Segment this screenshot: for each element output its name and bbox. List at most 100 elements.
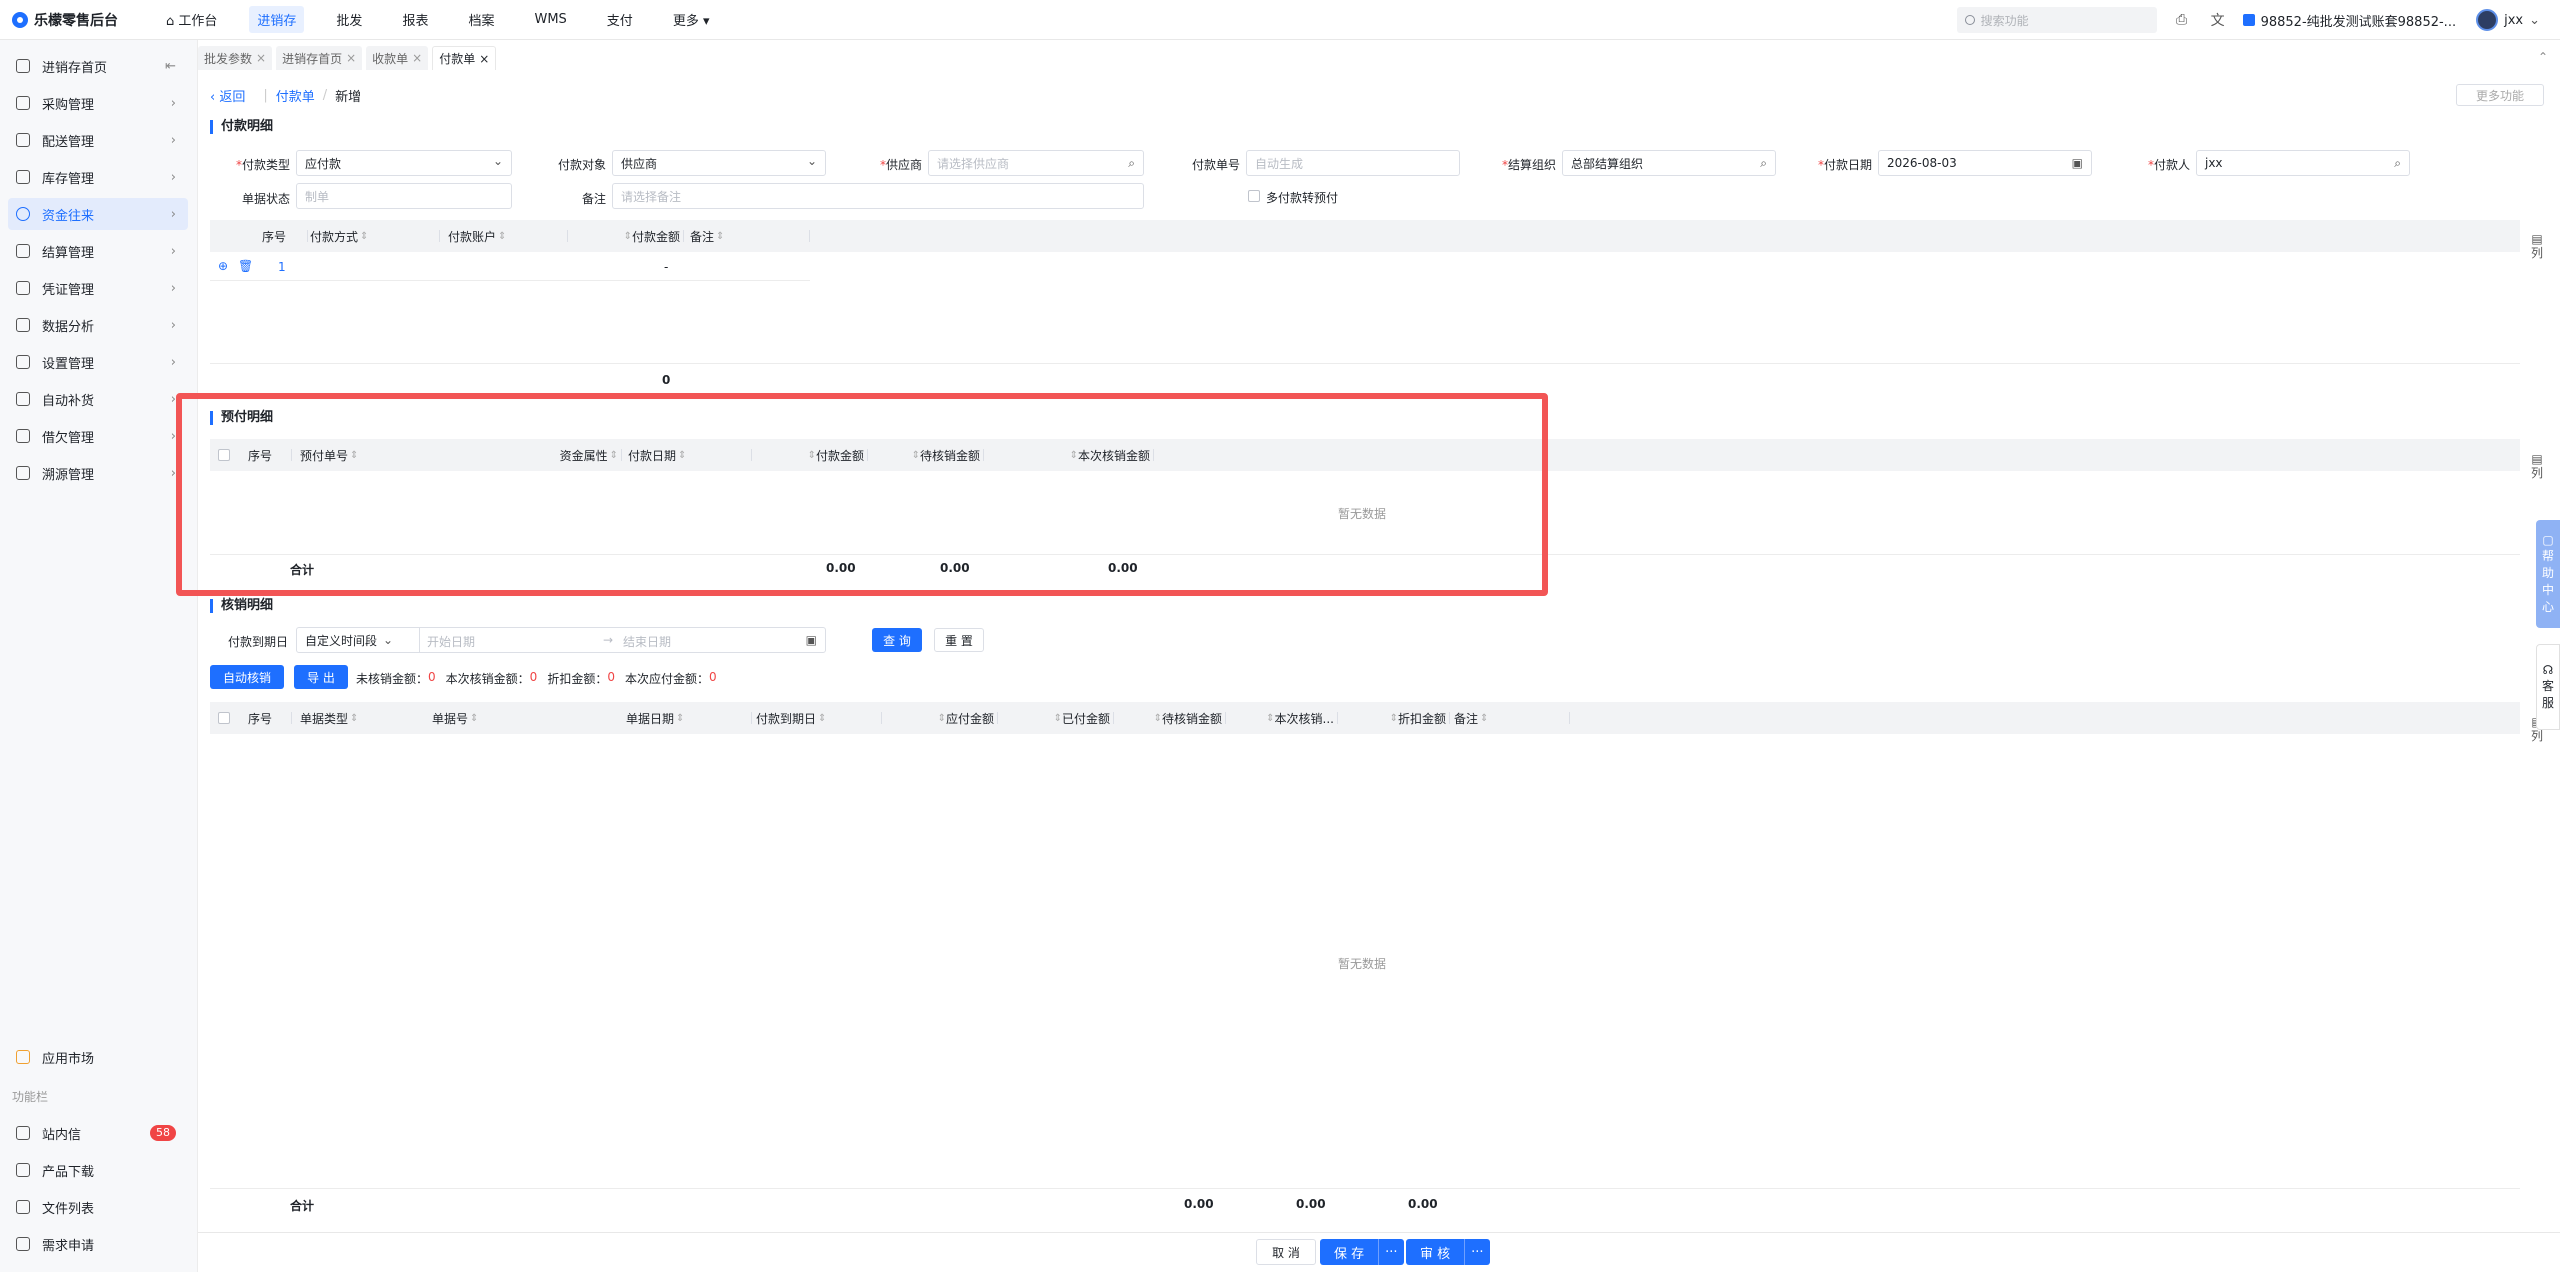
reset-button[interactable]: 重 置 xyxy=(934,628,984,652)
end-date-input[interactable]: 结束日期 xyxy=(623,633,671,650)
column-header[interactable]: 付款到期日 ⇕ xyxy=(752,702,882,734)
pay-date-input[interactable]: 2026-08-03 ▣ xyxy=(1878,150,2092,176)
pay-no-input[interactable]: 自动生成 xyxy=(1246,150,1460,176)
tab-inventory-home[interactable]: 进销存首页 × xyxy=(276,46,363,70)
audit-button[interactable]: 审 核 xyxy=(1406,1239,1466,1265)
nav-more[interactable]: 更多 ▾ xyxy=(665,6,718,33)
nav-payment[interactable]: 支付 xyxy=(599,6,641,33)
calendar-icon[interactable]: ▣ xyxy=(2072,156,2083,170)
search-icon[interactable]: ⌕ xyxy=(1128,156,1135,171)
column-header[interactable]: 付款方式 ⇕ xyxy=(310,220,440,252)
pay-target-select[interactable]: 供应商 ⌄ xyxy=(612,150,826,176)
customer-service-button[interactable]: ☊ 客 服 xyxy=(2536,644,2560,730)
sidebar-item-requests[interactable]: 需求申请 xyxy=(8,1228,188,1260)
sidebar-item-settings[interactable]: 设置管理 › xyxy=(8,346,188,378)
nav-archive[interactable]: 档案 xyxy=(460,6,502,33)
sort-icon: ⇕ xyxy=(716,230,725,242)
start-date-input[interactable]: 开始日期 xyxy=(427,633,475,650)
column-header[interactable]: 单据类型 ⇕ xyxy=(292,702,422,734)
logo-icon xyxy=(12,11,28,28)
nav-reports[interactable]: 报表 xyxy=(394,6,436,33)
column-header[interactable]: 付款账户 ⇕ xyxy=(440,220,568,252)
chevron-up-icon[interactable]: ⌃ xyxy=(2538,50,2548,64)
select-all-checkbox[interactable] xyxy=(218,712,230,724)
sidebar-item-distribution[interactable]: 配送管理 › xyxy=(8,124,188,156)
sidebar-item-analytics[interactable]: 数据分析 › xyxy=(8,309,188,341)
sidebar-item-replenish[interactable]: 自动补货 › xyxy=(8,383,188,415)
sidebar-item-stock[interactable]: 库存管理 › xyxy=(8,161,188,193)
column-header[interactable]: 单据日期 ⇕ xyxy=(622,702,752,734)
sidebar-item-trace[interactable]: 溯源管理 › xyxy=(8,457,188,489)
sidebar-item-funds[interactable]: 资金往来 › xyxy=(8,198,188,230)
sidebar-item-downloads[interactable]: 产品下载 xyxy=(8,1154,188,1186)
collapse-icon[interactable]: ⇤ xyxy=(165,59,176,74)
column-header[interactable]: ⇕ 已付金额 xyxy=(998,702,1114,734)
audit-more-button[interactable]: ··· xyxy=(1465,1245,1489,1260)
pay-type-select[interactable]: 应付款 ⌄ xyxy=(296,150,512,176)
input-value: 2026-08-03 xyxy=(1887,156,1957,170)
save-button[interactable]: 保 存 xyxy=(1320,1239,1380,1265)
sidebar-item-settlement[interactable]: 结算管理 › xyxy=(8,235,188,267)
user-menu[interactable]: jxx ⌄ xyxy=(2476,9,2540,31)
sidebar-item-files[interactable]: 文件列表 xyxy=(8,1191,188,1223)
settle-org-input[interactable]: 总部结算组织 ⌕ xyxy=(1562,150,1776,176)
date-range-picker[interactable]: 自定义时间段 ⌄ 开始日期 → 结束日期 ▣ xyxy=(296,627,826,653)
sidebar-item-voucher[interactable]: 凭证管理 › xyxy=(8,272,188,304)
column-settings-button[interactable]: ▤列 xyxy=(2530,232,2544,260)
sidebar-item-messages[interactable]: 站内信 58 xyxy=(8,1117,188,1149)
export-button[interactable]: 导 出 xyxy=(294,665,348,689)
column-header[interactable]: 备注 ⇕ xyxy=(1450,702,1570,734)
tab-payment[interactable]: 付款单 × xyxy=(432,46,497,70)
date-mode-select[interactable]: 自定义时间段 xyxy=(305,632,377,649)
nav-workbench[interactable]: ⌂ 工作台 xyxy=(158,6,225,33)
sidebar-item-debt[interactable]: 借欠管理 › xyxy=(8,420,188,452)
search-input[interactable]: 搜索功能 xyxy=(1956,7,2157,33)
cancel-button[interactable]: 取 消 xyxy=(1256,1239,1316,1265)
close-icon[interactable]: × xyxy=(256,51,266,65)
column-header[interactable]: 单据号 ⇕ xyxy=(422,702,552,734)
trash-icon[interactable]: 🗑 xyxy=(238,259,253,273)
back-link[interactable]: ‹ 返回 xyxy=(210,86,245,105)
row-amount[interactable]: - xyxy=(664,260,668,274)
multi-prepay-checkbox[interactable] xyxy=(1248,190,1260,202)
remark-input[interactable]: 请选择备注 xyxy=(612,183,1144,209)
column-settings-button[interactable]: ▤列 xyxy=(2530,452,2544,480)
calendar-icon[interactable]: ▣ xyxy=(806,633,817,647)
app-logo[interactable]: 乐檬零售后台 xyxy=(12,10,142,30)
translate-icon[interactable]: 文 xyxy=(2207,10,2229,30)
nav-inventory[interactable]: 进销存 xyxy=(249,6,305,33)
tab-wholesale-params[interactable]: 批发参数 × xyxy=(198,46,273,70)
search-icon[interactable]: ⌕ xyxy=(2394,156,2401,171)
search-icon[interactable]: ⌕ xyxy=(1760,156,1767,171)
supplier-input[interactable]: 请选择供应商 ⌕ xyxy=(928,150,1144,176)
breadcrumb-parent[interactable]: 付款单 xyxy=(276,86,315,105)
column-header[interactable]: ⇕ 本次核销... xyxy=(1226,702,1338,734)
save-more-button[interactable]: ··· xyxy=(1379,1245,1403,1260)
column-header[interactable]: ⇕ 待核销金额 xyxy=(1114,702,1226,734)
auto-verify-button[interactable]: 自动核销 xyxy=(210,665,284,689)
nav-wms[interactable]: WMS xyxy=(526,8,574,31)
nav-wholesale[interactable]: 批发 xyxy=(328,6,370,33)
more-functions-button[interactable]: 更多功能 xyxy=(2456,84,2544,106)
pay-target-label: 付款对象 xyxy=(557,158,606,172)
payer-input[interactable]: jxx ⌕ xyxy=(2196,150,2410,176)
total-discount: 0.00 xyxy=(1408,1197,1438,1211)
tab-receipt[interactable]: 收款单 × xyxy=(366,46,429,70)
sidebar-item-inventory-home[interactable]: 进销存首页 ⇤ xyxy=(8,50,188,82)
column-header[interactable]: ⇕ 折扣金额 xyxy=(1338,702,1450,734)
sidebar-app-market[interactable]: 应用市场 xyxy=(8,1041,188,1073)
verify-table-header: 序号 单据类型 ⇕ 单据号 ⇕ 单据日期 ⇕ 付款到期日 ⇕ ⇕ 应付金额 ⇕ 已付金额 ⇕… xyxy=(210,702,2520,734)
close-icon[interactable]: × xyxy=(346,51,356,65)
account-switcher[interactable]: 98852-纯批发测试账套98852-... xyxy=(2242,11,2456,30)
column-header[interactable]: ⇕ 付款金额 xyxy=(568,220,684,252)
column-header[interactable]: 备注 ⇕ xyxy=(686,220,810,252)
column-settings-label: 列 xyxy=(2530,466,2543,480)
add-row-icon[interactable]: ⊕ xyxy=(218,259,228,273)
close-icon[interactable]: × xyxy=(479,52,489,66)
printer-icon[interactable]: ⎙ xyxy=(2171,12,2193,28)
close-icon[interactable]: × xyxy=(412,51,422,65)
sidebar-item-purchase[interactable]: 采购管理 › xyxy=(8,87,188,119)
column-header[interactable]: ⇕ 应付金额 xyxy=(882,702,998,734)
help-center-button[interactable]: ▢ 帮 助 中 心 xyxy=(2536,520,2560,628)
query-button[interactable]: 查 询 xyxy=(872,628,922,652)
